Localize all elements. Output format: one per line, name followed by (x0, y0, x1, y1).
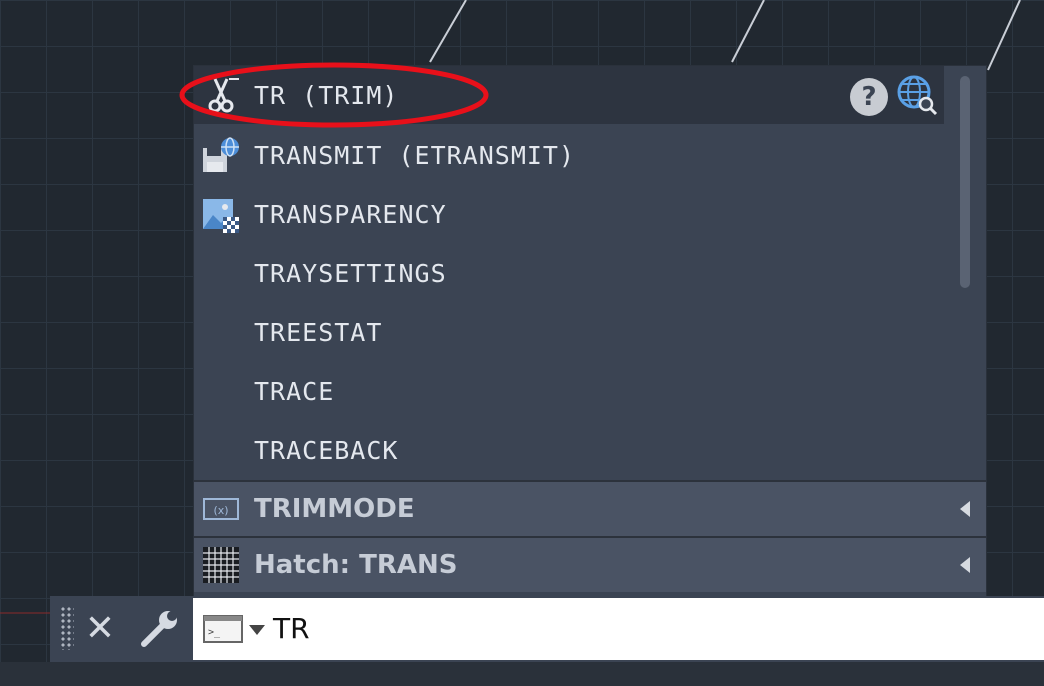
command-input-field[interactable]: >_ TR (193, 598, 1044, 660)
autocomplete-item-transparency[interactable]: TRANSPARENCY (194, 185, 944, 244)
section-system-variables[interactable]: (x) TRIMMODE (194, 480, 986, 536)
transparency-icon (200, 194, 242, 236)
section-hatch-patterns[interactable]: Hatch: TRANS (194, 536, 986, 592)
drawing-line (429, 0, 467, 63)
system-variable-icon: (x) (200, 488, 242, 530)
scrollbar-thumb[interactable] (960, 76, 970, 288)
autocomplete-item-treestat[interactable]: TREESTAT (194, 303, 944, 362)
chevron-down-icon[interactable] (249, 625, 265, 635)
autocomplete-item-traceback[interactable]: TRACEBACK (194, 421, 944, 480)
customize-wrench-icon[interactable] (136, 606, 182, 652)
section-label: TRIMMODE (254, 494, 415, 524)
svg-text:>_: >_ (208, 627, 221, 638)
autocomplete-item-label: TRACEBACK (254, 436, 399, 465)
expand-left-arrow-icon[interactable] (960, 557, 970, 573)
autocomplete-item-label: TRANSMIT (ETRANSMIT) (254, 141, 576, 170)
globe-search-icon[interactable] (896, 74, 938, 120)
section-label: Hatch: TRANS (254, 550, 458, 580)
close-icon[interactable]: ✕ (80, 604, 120, 652)
svg-text:(x): (x) (213, 504, 228, 517)
autocomplete-item-label: TRANSPARENCY (254, 200, 447, 229)
autocomplete-item-label: TRAYSETTINGS (254, 259, 447, 288)
status-bar-strip (0, 662, 1044, 686)
drawing-line (731, 0, 765, 63)
hatch-pattern-icon (200, 544, 242, 586)
autocomplete-item-etransmit[interactable]: TRANSMIT (ETRANSMIT) (194, 126, 944, 185)
etransmit-icon (200, 135, 242, 177)
autocomplete-item-label: TREESTAT (254, 318, 383, 347)
autocomplete-item-trace[interactable]: TRACE (194, 362, 944, 421)
drag-grip-icon[interactable] (60, 606, 74, 650)
command-prompt-icon[interactable]: >_ (203, 615, 243, 643)
command-input-value: TR (273, 612, 310, 645)
drawing-line (987, 0, 1021, 71)
expand-left-arrow-icon[interactable] (960, 501, 970, 517)
autocomplete-item-traysettings[interactable]: TRAYSETTINGS (194, 244, 944, 303)
autocomplete-popup: TR (TRIM) ? TRANSMIT (ETRANSMIT) TRANSPA… (179, 62, 986, 596)
autocomplete-item-label: TRACE (254, 377, 335, 406)
highlight-ellipse (179, 62, 489, 128)
help-icon[interactable]: ? (850, 78, 888, 116)
item-tools: ? (850, 74, 938, 120)
command-line: ✕ >_ TR (50, 596, 1044, 662)
